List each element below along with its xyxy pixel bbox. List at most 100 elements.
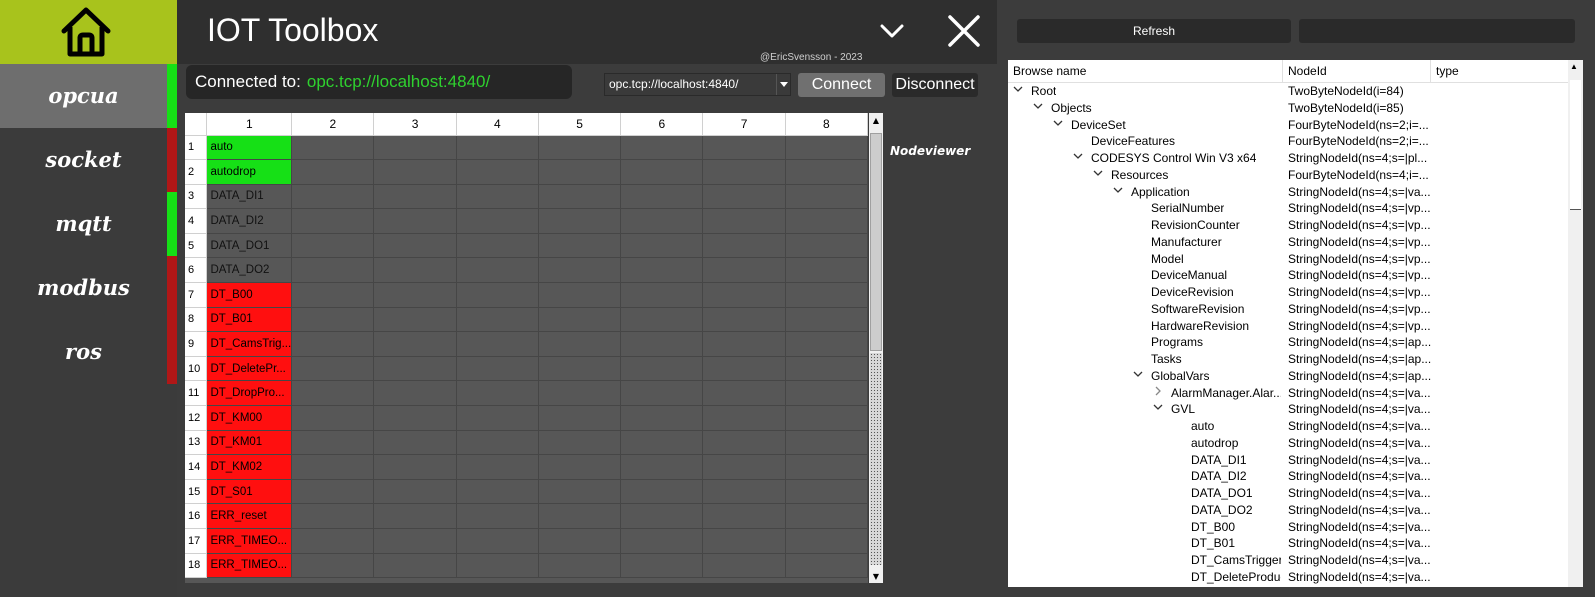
tree-row[interactable]: Application StringNodeId(ns=4;s=|va... [1008, 184, 1568, 201]
scrollbar-thumb[interactable] [870, 133, 882, 351]
empty-cell[interactable] [785, 184, 868, 210]
tree-row[interactable]: DATA_DO2 StringNodeId(ns=4;s=|va... [1008, 502, 1568, 519]
empty-cell[interactable] [456, 528, 539, 554]
empty-cell[interactable] [373, 479, 457, 505]
empty-cell[interactable] [538, 454, 622, 480]
variable-cell[interactable]: ERR_reset [206, 503, 293, 529]
empty-cell[interactable] [702, 159, 786, 185]
empty-cell[interactable] [702, 430, 786, 456]
grid-row-header[interactable]: 1 [185, 135, 208, 161]
variable-grid[interactable]: 1 2 3 4 5 6 7 8 1 auto 2 autodrop 3 DATA_DI1 4 DATA_DI2… [185, 113, 868, 583]
empty-cell[interactable] [620, 233, 704, 259]
grid-scrollbar[interactable]: ▲ ▼ [869, 113, 883, 583]
empty-cell[interactable] [620, 135, 704, 161]
empty-cell[interactable] [373, 454, 457, 480]
empty-cell[interactable] [291, 479, 375, 505]
empty-cell[interactable] [456, 307, 539, 333]
tree-row[interactable]: DeviceFeatures FourByteNodeId(ns=2;i=... [1008, 133, 1568, 150]
empty-cell[interactable] [785, 430, 868, 456]
empty-cell[interactable] [620, 282, 704, 308]
empty-cell[interactable] [291, 356, 375, 382]
empty-cell[interactable] [785, 208, 868, 234]
empty-cell[interactable] [538, 307, 622, 333]
empty-cell[interactable] [702, 380, 786, 407]
empty-cell[interactable] [373, 233, 457, 259]
empty-cell[interactable] [702, 553, 786, 579]
grid-row-header[interactable]: 7 [185, 282, 208, 308]
empty-cell[interactable] [702, 356, 786, 382]
empty-cell[interactable] [620, 356, 704, 382]
empty-cell[interactable] [456, 159, 539, 185]
empty-cell[interactable] [702, 208, 786, 234]
sidebar-item-ros[interactable]: ros [0, 320, 177, 384]
empty-cell[interactable] [785, 257, 868, 284]
empty-cell[interactable] [620, 479, 704, 505]
empty-cell[interactable] [538, 380, 622, 407]
sidebar-item-socket[interactable]: socket [0, 128, 177, 192]
empty-cell[interactable] [785, 553, 868, 579]
tree-row[interactable]: GVL StringNodeId(ns=4;s=|va... [1008, 401, 1568, 418]
refresh-button[interactable]: Refresh [1017, 19, 1291, 43]
sidebar-item-modbus[interactable]: modbus [0, 256, 177, 320]
empty-cell[interactable] [456, 208, 539, 234]
secondary-button[interactable] [1299, 19, 1575, 43]
chevron-down-icon[interactable] [1112, 184, 1124, 201]
close-button[interactable] [947, 14, 981, 48]
empty-cell[interactable] [785, 135, 868, 161]
empty-cell[interactable] [291, 184, 375, 210]
grid-row-header[interactable]: 10 [185, 356, 208, 382]
empty-cell[interactable] [538, 184, 622, 210]
grid-row-header[interactable]: 3 [185, 184, 208, 210]
chevron-down-icon[interactable] [1052, 117, 1064, 134]
empty-cell[interactable] [620, 528, 704, 554]
empty-cell[interactable] [538, 479, 622, 505]
grid-row-header[interactable]: 14 [185, 454, 208, 480]
empty-cell[interactable] [291, 380, 375, 407]
empty-cell[interactable] [291, 405, 375, 431]
sidebar-item-opcua[interactable]: opcua [0, 64, 177, 128]
grid-column-header[interactable]: 7 [702, 113, 786, 136]
tree-row[interactable]: SerialNumber StringNodeId(ns=4;s=|vp... [1008, 200, 1568, 217]
empty-cell[interactable] [456, 553, 539, 579]
tree-row[interactable]: DATA_DI2 StringNodeId(ns=4;s=|va... [1008, 468, 1568, 485]
empty-cell[interactable] [291, 528, 375, 554]
empty-cell[interactable] [702, 454, 786, 480]
empty-cell[interactable] [702, 184, 786, 210]
empty-cell[interactable] [373, 331, 457, 357]
empty-cell[interactable] [373, 135, 457, 161]
tree-scrollbar[interactable]: ▲ [1568, 60, 1583, 587]
empty-cell[interactable] [785, 380, 868, 407]
empty-cell[interactable] [456, 135, 539, 161]
empty-cell[interactable] [785, 282, 868, 308]
empty-cell[interactable] [538, 159, 622, 185]
empty-cell[interactable] [620, 503, 704, 529]
tree-row[interactable]: DT_B00 StringNodeId(ns=4;s=|va... [1008, 519, 1568, 536]
empty-cell[interactable] [620, 208, 704, 234]
empty-cell[interactable] [785, 307, 868, 333]
empty-cell[interactable] [702, 479, 786, 505]
empty-cell[interactable] [620, 331, 704, 357]
empty-cell[interactable] [538, 208, 622, 234]
variable-cell[interactable]: autodrop [206, 159, 293, 185]
variable-cell[interactable]: DATA_DO2 [206, 257, 293, 284]
tree-row[interactable]: DATA_DI1 StringNodeId(ns=4;s=|va... [1008, 452, 1568, 469]
empty-cell[interactable] [291, 430, 375, 456]
empty-cell[interactable] [538, 233, 622, 259]
empty-cell[interactable] [456, 257, 539, 284]
variable-cell[interactable]: DT_CamsTrig... [206, 331, 293, 357]
empty-cell[interactable] [702, 331, 786, 357]
empty-cell[interactable] [456, 405, 539, 431]
tree-row[interactable]: RevisionCounter StringNodeId(ns=4;s=|vp..… [1008, 217, 1568, 234]
empty-cell[interactable] [538, 135, 622, 161]
variable-cell[interactable]: auto [206, 135, 293, 161]
variable-cell[interactable]: DATA_DI1 [206, 184, 293, 210]
empty-cell[interactable] [702, 135, 786, 161]
empty-cell[interactable] [702, 282, 786, 308]
empty-cell[interactable] [702, 307, 786, 333]
grid-column-header[interactable]: 1 [206, 113, 293, 136]
grid-row-header[interactable]: 16 [185, 503, 208, 529]
tree-row[interactable]: DeviceRevision StringNodeId(ns=4;s=|vp... [1008, 284, 1568, 301]
empty-cell[interactable] [620, 184, 704, 210]
empty-cell[interactable] [373, 257, 457, 284]
empty-cell[interactable] [373, 282, 457, 308]
